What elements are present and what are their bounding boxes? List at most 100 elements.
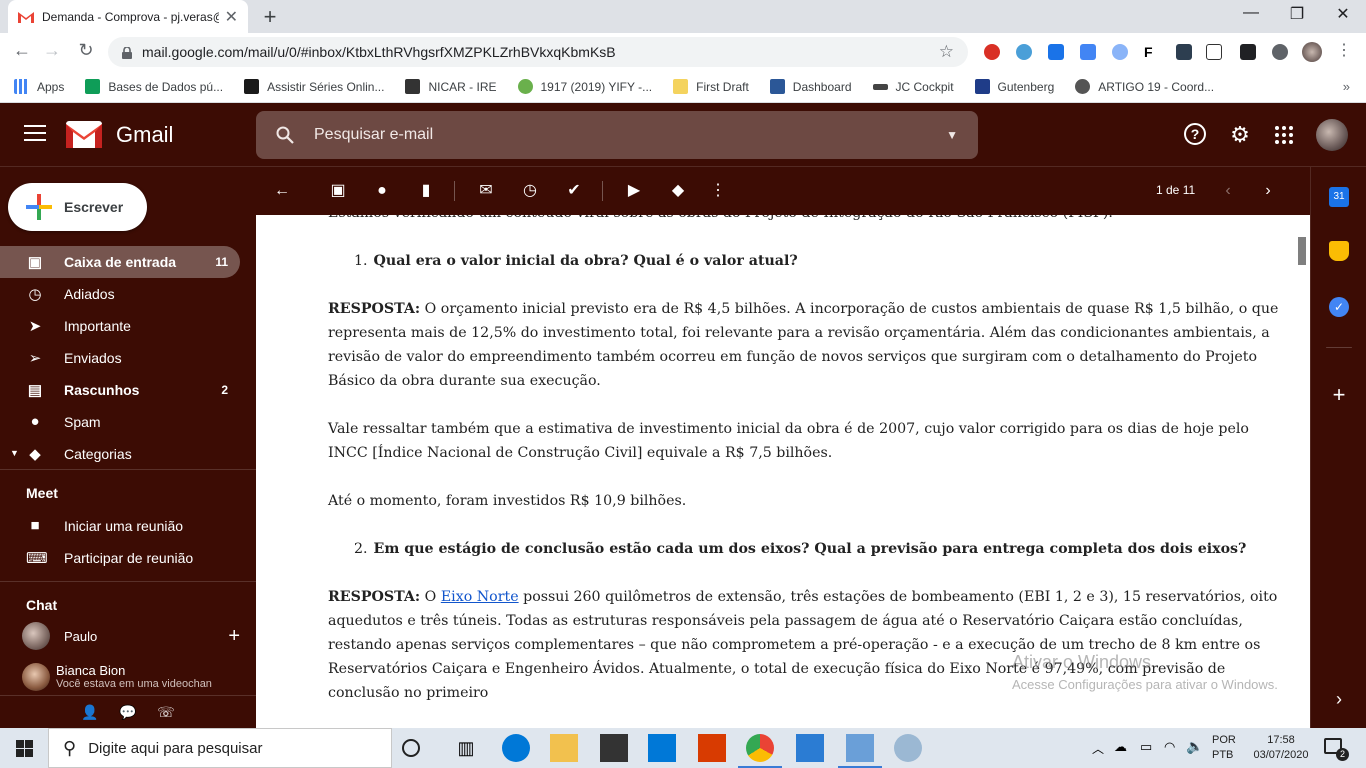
gmail-logo-icon[interactable] [66,121,102,148]
nav-item-categories[interactable]: ◆ Categorias [0,438,240,470]
back-to-inbox-icon[interactable]: ← [272,181,292,201]
add-addon-icon[interactable]: + [1329,384,1349,406]
mail-icon[interactable] [648,734,676,762]
volume-icon[interactable]: 🔈 [1186,738,1203,755]
message-scrollbar[interactable] [1294,215,1310,728]
close-tab-icon[interactable]: ✕ [225,7,238,27]
chat-contact[interactable]: Bianca Bion Você estava em uma videochan [22,663,240,695]
bookmark-item[interactable]: Apps [14,79,64,94]
reload-icon[interactable]: ↻ [74,40,98,61]
account-avatar[interactable] [1316,119,1348,151]
more-bookmarks-icon[interactable]: » [1343,79,1350,94]
bookmark-item[interactable]: Assistir Séries Onlin... [244,79,384,94]
show-hidden-icons-icon[interactable]: ︿ [1092,740,1104,757]
chat-user-status[interactable]: Paulo + [22,622,240,650]
add-chat-icon[interactable]: + [228,625,240,648]
extension-icon[interactable] [1176,44,1192,60]
task-view-icon[interactable]: ▥ [452,734,480,762]
extension-icon[interactable] [984,44,1000,60]
bookmark-item[interactable]: Bases de Dados pú... [85,79,223,94]
apps-grid-icon[interactable] [1272,123,1296,147]
profile-avatar[interactable] [1302,42,1322,62]
new-tab-button[interactable]: + [258,4,282,30]
taskbar-search[interactable]: ⚲ Digite aqui para pesquisar [48,728,392,768]
system-clock[interactable]: 17:58 03/07/2020 [1252,733,1310,763]
bookmark-item[interactable]: Gutenberg [974,79,1054,94]
bookmark-item[interactable]: 1917 (2019) YIFY -... [517,79,652,94]
meet-start-meeting[interactable]: ■ Iniciar uma reunião [0,510,240,542]
store-icon[interactable] [600,734,628,762]
translate-extension-icon[interactable] [1080,44,1096,60]
move-to-icon[interactable]: ▶ [624,181,644,201]
battery-icon[interactable]: ▭ [1140,739,1152,755]
meet-join-meeting[interactable]: ⌨ Participar de reunião [0,542,240,574]
more-options-icon[interactable]: ⋮ [708,181,728,201]
bookmark-item[interactable]: ARTIGO 19 - Coord... [1075,79,1214,94]
app-icon[interactable] [838,734,882,768]
browser-menu-icon[interactable]: ⋮ [1336,40,1352,59]
bookmark-item[interactable]: NICAR - IRE [405,79,497,94]
delete-icon[interactable]: ▮ [416,181,436,201]
wifi-icon[interactable]: ◠ [1164,739,1175,755]
expand-panel-icon[interactable]: › [1329,689,1349,709]
bookmark-item[interactable]: JC Cockpit [872,80,954,94]
puzzle-icon[interactable] [1272,44,1288,60]
help-icon[interactable]: ? [1184,123,1206,145]
minimize-icon[interactable]: — [1228,4,1274,22]
cortana-icon[interactable] [402,739,420,757]
tasks-icon[interactable]: ✓ [1329,297,1349,317]
cloud-icon[interactable]: ☁ [1114,739,1127,755]
extension-icon[interactable] [1048,44,1064,60]
older-icon[interactable]: › [1258,181,1278,201]
paint-icon[interactable] [894,734,922,762]
extension-icon[interactable] [1112,44,1128,60]
bookmark-item[interactable]: First Draft [673,79,749,94]
extension-icon[interactable] [1016,44,1032,60]
file-explorer-icon[interactable] [550,734,578,762]
nav-item-snoozed[interactable]: ◷ Adiados [0,278,240,310]
chrome-icon[interactable] [738,734,782,768]
search-icon[interactable] [276,126,294,144]
forward-icon[interactable]: → [40,40,64,61]
calendar-icon[interactable]: 31 [1329,187,1349,207]
mark-unread-icon[interactable]: ✉ [476,181,496,201]
person-icon[interactable]: 👤 [80,704,100,722]
edge-icon[interactable] [502,734,530,762]
nav-item-sent[interactable]: ➢ Enviados [0,342,240,374]
back-icon[interactable]: ← [10,40,34,61]
extension-icon[interactable]: F [1144,44,1160,60]
bookmark-item[interactable]: Dashboard [769,79,852,94]
hangouts-icon[interactable]: 💬 [118,704,138,722]
compose-button[interactable]: Escrever [8,183,147,231]
url-field[interactable]: mail.google.com/mail/u/0/#inbox/KtbxLthR… [108,37,968,67]
office-icon[interactable] [698,734,726,762]
settings-gear-icon[interactable]: ⚙ [1228,123,1252,147]
snooze-icon[interactable]: ◷ [520,181,540,201]
windows-start-icon[interactable] [16,740,33,757]
bookmark-star-icon[interactable]: ☆ [939,42,954,62]
extension-icon[interactable] [1206,44,1222,60]
extension-icon[interactable] [1240,44,1256,60]
report-spam-icon[interactable]: ● [372,181,392,201]
nav-item-spam[interactable]: ● Spam [0,406,240,438]
phone-icon[interactable]: ☏ [156,704,176,722]
nav-item-inbox[interactable]: ▣ Caixa de entrada 11 [0,246,240,278]
keep-icon[interactable] [1329,241,1349,261]
add-to-tasks-icon[interactable]: ✔ [564,181,584,201]
browser-tab[interactable]: Demanda - Comprova - pj.veras@ ✕ [8,0,248,33]
label-icon[interactable]: ◆ [668,181,688,201]
word-icon[interactable] [796,734,824,762]
nav-item-drafts[interactable]: ▤ Rascunhos 2 [0,374,240,406]
scroll-thumb[interactable] [1298,237,1306,265]
close-window-icon[interactable]: ✕ [1320,4,1366,24]
archive-icon[interactable]: ▣ [328,181,348,201]
main-menu-icon[interactable] [24,125,46,143]
newer-icon[interactable]: ‹ [1218,181,1238,201]
search-bar[interactable]: Pesquisar e-mail ▼ [256,111,978,159]
expand-arrow-icon[interactable]: ▼ [10,448,19,458]
search-options-icon[interactable]: ▼ [946,128,958,142]
restore-icon[interactable]: ❐ [1274,4,1320,24]
nav-item-important[interactable]: ➤ Importante [0,310,240,342]
eixo-norte-link[interactable]: Eixo Norte [441,589,519,605]
language-indicator[interactable]: POR PTB [1212,733,1236,763]
